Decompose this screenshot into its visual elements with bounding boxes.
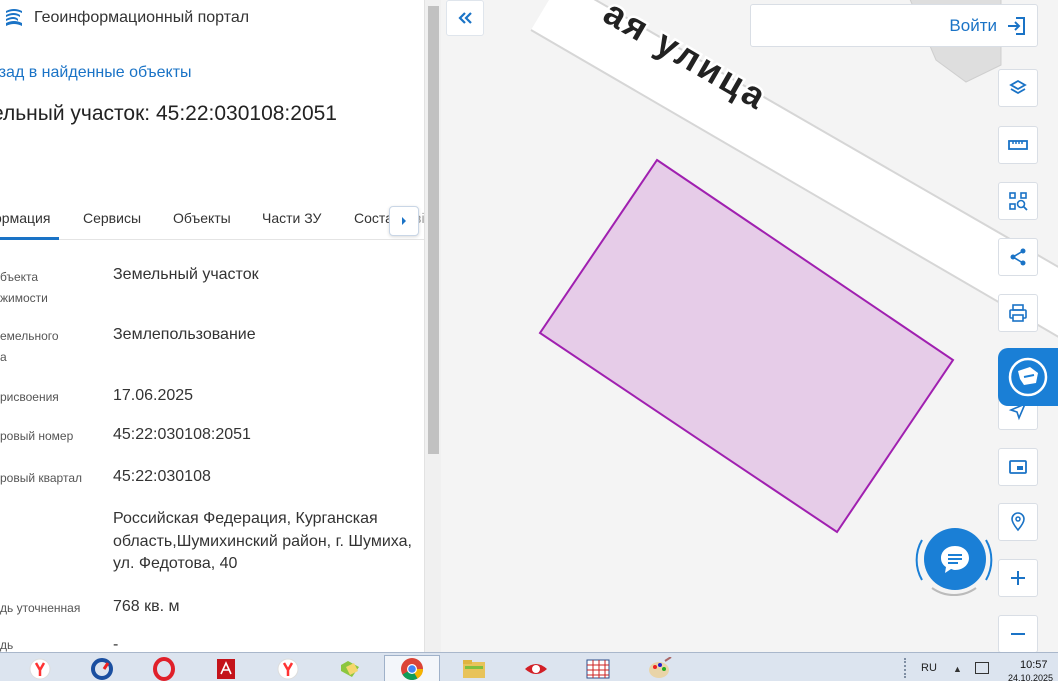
feedback-icon [1008, 357, 1048, 397]
opera-icon [153, 656, 175, 681]
taskbar-ccleaner[interactable] [82, 655, 122, 681]
prop-value-cadastral-quarter: 45:22:030108 [113, 468, 211, 485]
tab-composition[interactable]: Соста [354, 210, 393, 226]
taskbar-grip [904, 658, 912, 678]
share-button[interactable] [998, 238, 1038, 276]
panel-scrollbar[interactable] [424, 0, 441, 652]
prop-label-area: дь уточненная [0, 601, 81, 615]
clock-time[interactable]: 10:57 [1020, 659, 1048, 671]
print-icon [1009, 304, 1027, 322]
taskbar-chrome[interactable] [384, 655, 440, 681]
portal-logo-icon[interactable] [2, 6, 26, 30]
prop-label-parcel-type: емельного а [0, 326, 59, 368]
taskbar-eye-app[interactable] [516, 655, 556, 681]
tab-information[interactable]: ормация [0, 210, 50, 226]
prop-label-extra: дь [0, 638, 14, 652]
minus-icon [1011, 633, 1025, 635]
file-explorer-icon [463, 659, 485, 678]
place-search-button[interactable] [998, 503, 1038, 541]
ruler-icon [1008, 140, 1028, 150]
prop-value-cadastral-number: 45:22:030108:2051 [113, 426, 251, 443]
prop-label-line: емельного [0, 329, 59, 343]
prop-label-line: а [0, 350, 7, 364]
scrollbar-thumb[interactable] [428, 6, 439, 454]
layers-icon [1009, 79, 1027, 95]
taskbar-paint[interactable] [640, 655, 680, 681]
zoom-in-button[interactable] [998, 559, 1038, 597]
measure-button[interactable] [998, 126, 1038, 164]
print-button[interactable] [998, 294, 1038, 332]
paint-palette-icon [649, 656, 672, 678]
plus-icon [1011, 571, 1025, 585]
clock-date[interactable]: 24.10.2025 [1008, 673, 1053, 681]
login-label: Войти [949, 15, 997, 35]
chat-bubble-icon [941, 546, 969, 573]
ccleaner-icon [91, 657, 113, 680]
prop-value-extra: - [113, 636, 119, 652]
area-search-button[interactable] [998, 182, 1038, 220]
prop-label-cadastral-number: ровый номер [0, 429, 74, 443]
eye-app-icon [525, 663, 547, 674]
prop-label-cadastral-quarter: ровый квартал [0, 471, 82, 485]
taskbar-acrobat[interactable] [206, 655, 246, 681]
place-search-icon [1011, 512, 1025, 532]
minimap-icon [1009, 460, 1027, 474]
prop-value-object-type: Земельный участок [113, 266, 259, 283]
taskbar-opera[interactable] [144, 655, 184, 681]
os-taskbar: RU ▲ 10:57 24.10.2025 [0, 652, 1058, 681]
prop-value-area: 768 кв. м [113, 598, 180, 615]
back-to-results-link[interactable]: азад в найденные объекты [0, 64, 192, 82]
network-tray-icon[interactable] [975, 662, 989, 674]
taskbar-folder-green[interactable] [330, 655, 370, 681]
prop-label-line: бъекта [0, 270, 39, 284]
active-tab-indicator [0, 237, 59, 240]
feedback-tab[interactable] [998, 348, 1058, 406]
tab-bar: ормация Сервисы Объекты Части ЗУ Соста в… [0, 200, 424, 240]
area-search-icon [1009, 192, 1028, 211]
taskbar-calendar-app[interactable] [578, 655, 618, 681]
login-icon [1008, 16, 1025, 35]
zoom-out-button[interactable] [998, 615, 1038, 653]
acrobat-icon [217, 658, 235, 679]
chevron-right-icon [402, 217, 406, 225]
app-title: Геоинформационный портал [34, 9, 250, 26]
prop-value-parcel-type: Землепользование [113, 326, 256, 343]
info-panel: Геоинформационный портал азад в найденны… [0, 0, 424, 652]
collapse-panel-button[interactable] [446, 0, 484, 36]
green-folder-icon [341, 660, 359, 677]
language-indicator[interactable]: RU [921, 662, 937, 674]
prop-label-object-type: бъекта жимости [0, 267, 48, 309]
taskbar-yandex[interactable] [268, 655, 308, 681]
prop-label-assign-date: рисвоения [0, 390, 59, 404]
chrome-icon [401, 658, 423, 680]
share-icon [1010, 248, 1026, 266]
taskbar-yandex-browser[interactable] [20, 655, 60, 681]
tab-parts[interactable]: Части ЗУ [262, 210, 321, 226]
login-button[interactable]: Войти [750, 4, 1038, 47]
yandex-browser-icon [29, 658, 51, 679]
calendar-app-icon [586, 659, 610, 678]
back-link-label: азад в найденные объекты [0, 64, 192, 81]
header: Геоинформационный портал [0, 6, 249, 30]
minimap-button[interactable] [998, 448, 1038, 486]
page-title: ельный участок: 45:22:030108:2051 [0, 102, 337, 125]
chat-button[interactable] [924, 528, 986, 590]
tab-scroll-right-button[interactable] [389, 206, 419, 236]
double-chevron-left-icon [458, 12, 472, 24]
tab-objects[interactable]: Объекты [173, 210, 231, 226]
taskbar-file-explorer[interactable] [454, 655, 494, 681]
layers-button[interactable] [998, 69, 1038, 107]
prop-label-line: жимости [0, 291, 48, 305]
tab-services[interactable]: Сервисы [83, 210, 141, 226]
yandex-icon [277, 658, 299, 679]
prop-value-address: Российская Федерация, Курганская область… [113, 510, 412, 572]
tray-expand-icon[interactable]: ▲ [953, 664, 962, 674]
prop-value-assign-date: 17.06.2025 [113, 387, 194, 404]
chat-widget[interactable] [910, 518, 998, 598]
